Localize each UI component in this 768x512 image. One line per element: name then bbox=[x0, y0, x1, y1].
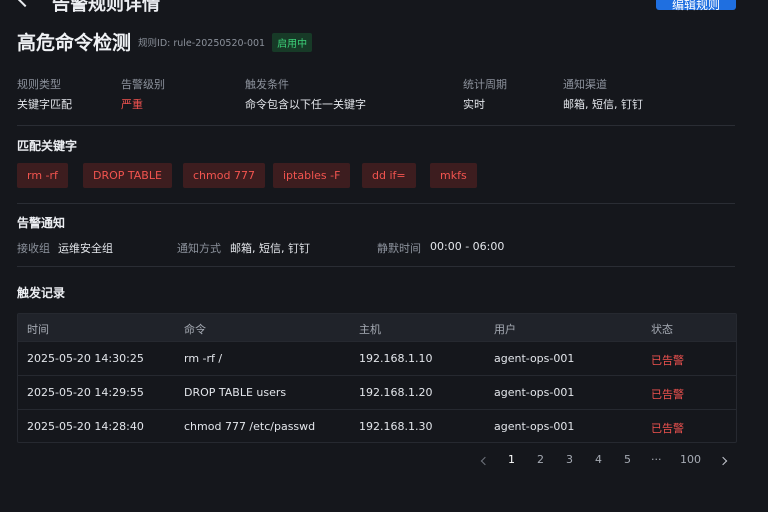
alert-rule-detail-page: 告警规则详情 编辑规则 高危命令检测 规则ID: rule-20250520-0… bbox=[0, 0, 768, 512]
divider bbox=[17, 203, 735, 204]
record-command: chmod 777 /etc/passwd bbox=[184, 420, 316, 433]
record-user: agent-ops-001 bbox=[494, 386, 575, 399]
table-header: 时间 命令 主机 用户 状态 bbox=[18, 314, 736, 341]
edit-rule-button[interactable]: 编辑规则 bbox=[656, 0, 736, 12]
receiver-label: 接收组 bbox=[17, 242, 50, 255]
period-label: 统计周期 bbox=[463, 78, 507, 91]
alert-level-value: 严重 bbox=[121, 98, 143, 111]
period-value: 实时 bbox=[463, 98, 485, 111]
page-5[interactable]: 5 bbox=[624, 453, 631, 466]
channel-label: 通知渠道 bbox=[563, 78, 607, 91]
silence-time-label: 静默时间 bbox=[377, 242, 421, 255]
record-host: 192.168.1.30 bbox=[359, 420, 433, 433]
silence-time-value: 00:00 - 06:00 bbox=[430, 240, 505, 253]
divider bbox=[17, 125, 735, 126]
rule-type-label: 规则类型 bbox=[17, 78, 61, 91]
column-header-command: 命令 bbox=[184, 323, 206, 336]
divider bbox=[17, 266, 735, 267]
notify-method-value: 邮箱, 短信, 钉钉 bbox=[230, 242, 310, 255]
keyword-tag: mkfs bbox=[430, 163, 477, 188]
column-header-user: 用户 bbox=[494, 323, 516, 336]
top-bar: 告警规则详情 编辑规则 bbox=[0, 0, 768, 15]
next-page-icon[interactable] bbox=[718, 456, 728, 466]
record-host: 192.168.1.20 bbox=[359, 386, 433, 399]
record-status: 已告警 bbox=[651, 388, 684, 401]
keyword-tag: chmod 777 bbox=[183, 163, 265, 188]
trigger-condition-label: 触发条件 bbox=[245, 78, 289, 91]
pagination: 1 2 3 4 5 ··· 100 bbox=[470, 453, 740, 471]
trigger-condition-value: 命令包含以下任一关键字 bbox=[245, 98, 366, 111]
back-arrow-icon[interactable] bbox=[17, 0, 33, 8]
records-section-title: 触发记录 bbox=[17, 286, 66, 300]
keyword-tag: dd if= bbox=[362, 163, 416, 188]
page-ellipsis[interactable]: ··· bbox=[651, 453, 662, 466]
record-time: 2025-05-20 14:30:25 bbox=[27, 352, 144, 365]
page-100[interactable]: 100 bbox=[680, 453, 701, 466]
page-1[interactable]: 1 bbox=[508, 453, 515, 466]
page-2[interactable]: 2 bbox=[537, 453, 544, 466]
alert-level-label: 告警级别 bbox=[121, 78, 165, 91]
rule-type-value: 关键字匹配 bbox=[17, 98, 72, 111]
page-title: 高危命令检测 bbox=[17, 31, 132, 54]
table-row[interactable]: 2025-05-20 14:29:55 DROP TABLE users 192… bbox=[18, 375, 736, 409]
keyword-tag: iptables -F bbox=[273, 163, 351, 188]
record-command: rm -rf / bbox=[184, 352, 223, 365]
page-4[interactable]: 4 bbox=[595, 453, 602, 466]
trigger-records-table: 时间 命令 主机 用户 状态 2025-05-20 14:30:25 rm -r… bbox=[17, 313, 737, 443]
record-time: 2025-05-20 14:29:55 bbox=[27, 386, 144, 399]
rule-id: 规则ID: rule-20250520-001 bbox=[138, 38, 266, 49]
top-bar-title: 告警规则详情 bbox=[52, 0, 160, 15]
notify-section-title: 告警通知 bbox=[17, 216, 66, 230]
table-row[interactable]: 2025-05-20 14:28:40 chmod 777 /etc/passw… bbox=[18, 409, 736, 443]
record-status: 已告警 bbox=[651, 422, 684, 435]
status-badge: 启用中 bbox=[272, 32, 313, 52]
record-host: 192.168.1.10 bbox=[359, 352, 433, 365]
keyword-tag: DROP TABLE bbox=[83, 163, 172, 188]
column-header-host: 主机 bbox=[359, 323, 381, 336]
column-header-status: 状态 bbox=[651, 323, 673, 336]
keywords-section-title: 匹配关键字 bbox=[17, 139, 78, 153]
channel-value: 邮箱, 短信, 钉钉 bbox=[563, 98, 643, 111]
table-row[interactable]: 2025-05-20 14:30:25 rm -rf / 192.168.1.1… bbox=[18, 341, 736, 375]
record-user: agent-ops-001 bbox=[494, 352, 575, 365]
rule-header: 高危命令检测 规则ID: rule-20250520-001 启用中 bbox=[17, 29, 313, 54]
notify-method-label: 通知方式 bbox=[177, 242, 221, 255]
record-time: 2025-05-20 14:28:40 bbox=[27, 420, 144, 433]
record-user: agent-ops-001 bbox=[494, 420, 575, 433]
keyword-tag: rm -rf bbox=[17, 163, 68, 188]
record-status: 已告警 bbox=[651, 354, 684, 367]
prev-page-icon[interactable] bbox=[480, 456, 490, 466]
record-command: DROP TABLE users bbox=[184, 386, 287, 399]
page-3[interactable]: 3 bbox=[566, 453, 573, 466]
column-header-time: 时间 bbox=[27, 323, 49, 336]
receiver-value: 运维安全组 bbox=[58, 242, 113, 255]
